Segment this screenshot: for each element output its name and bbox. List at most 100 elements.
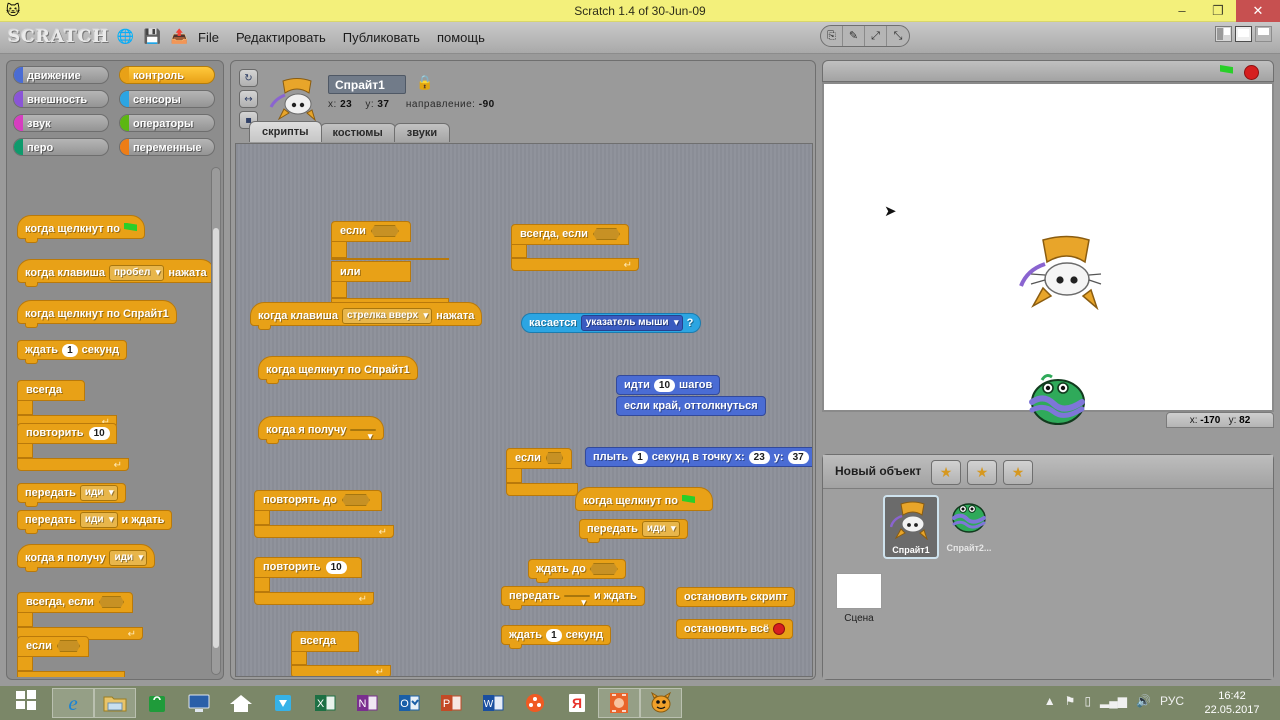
palette-block-broadcast-and-wait[interactable]: передать иди и ждать [17, 510, 173, 534]
boolean-slot[interactable] [56, 640, 80, 652]
rotate-icon[interactable]: ↻ [239, 69, 258, 87]
palette-block-when-key-pressed[interactable]: когда клавиша пробел нажата [17, 259, 215, 287]
save-icon[interactable]: 💾 [143, 28, 162, 47]
broadcast-dropdown[interactable] [563, 595, 590, 609]
palette-block-repeat[interactable]: повторить 10 ↵ [17, 421, 129, 471]
normal-stage-icon[interactable] [1235, 26, 1252, 42]
script-block-repeat[interactable]: повторить 10 ↵ [254, 555, 374, 605]
menu-help[interactable]: помощь [437, 28, 485, 47]
home-icon[interactable] [220, 688, 262, 718]
touching-target-dropdown[interactable]: указатель мыши [580, 315, 683, 331]
tab-scripts[interactable]: скрипты [249, 121, 322, 142]
script-block-wait-seconds[interactable]: ждать 1 секунд [501, 625, 612, 649]
repeat-count-input[interactable]: 10 [325, 560, 347, 574]
tab-costumes[interactable]: костюмы [319, 123, 396, 142]
category-motion[interactable]: движение [13, 66, 109, 84]
key-dropdown[interactable]: стрелка вверх [341, 307, 433, 324]
script-block-move-steps[interactable]: идти 10 шагов [616, 375, 721, 395]
script-block-repeat-until[interactable]: повторять до ↵ [254, 488, 394, 538]
steps-input[interactable]: 10 [653, 378, 676, 392]
yandex-icon[interactable]: Я [556, 688, 598, 718]
script-block-when-sprite-clicked[interactable]: когда щелкнут по Спрайт1 [258, 356, 418, 384]
category-sound[interactable]: звук [13, 114, 109, 132]
receive-dropdown[interactable] [350, 428, 377, 443]
palette-block-when-sprite-clicked[interactable]: когда щелкнут по Спрайт1 [17, 300, 177, 328]
palette-block-broadcast[interactable]: передать иди [17, 483, 126, 507]
script-block-touching[interactable]: касается указатель мыши ? [521, 313, 702, 333]
windows-store-icon[interactable] [136, 688, 178, 718]
paint-new-sprite-icon[interactable]: ★ [931, 460, 961, 485]
script-block-wait-until[interactable]: ждать до [528, 559, 626, 583]
script-block-forever[interactable]: всегда ↵ [291, 629, 391, 676]
powerpoint-icon[interactable]: P [430, 688, 472, 718]
script-block-broadcast-and-wait[interactable]: передать и ждать [501, 586, 645, 610]
boolean-slot[interactable] [98, 596, 124, 608]
stamp-icon[interactable]: ⎘ [821, 26, 843, 46]
photoeditor-icon[interactable] [598, 688, 640, 718]
glide-y-input[interactable]: 37 [787, 450, 809, 464]
windows-start-icon[interactable] [4, 689, 48, 717]
mediaplayer-icon[interactable] [514, 688, 556, 718]
script-block-if-on-edge-bounce[interactable]: если край, оттолкнуться [616, 396, 766, 416]
ivideon-icon[interactable] [262, 688, 304, 718]
key-dropdown[interactable]: пробел [108, 264, 165, 281]
palette-scrollbar[interactable] [211, 167, 221, 675]
boolean-slot[interactable] [370, 225, 399, 237]
script-block-stop-all[interactable]: остановить всё [676, 619, 794, 639]
category-looks[interactable]: внешность [13, 90, 109, 108]
palette-block-list[interactable]: когда щелкнут по когда клавиша пробел на… [11, 165, 221, 677]
category-control[interactable]: контроль [119, 66, 215, 84]
show-hidden-icons[interactable]: ▲ [1044, 694, 1056, 708]
repeat-count-input[interactable]: 10 [88, 426, 110, 440]
category-pen[interactable]: перо [13, 138, 109, 156]
signal-icon[interactable]: ▂▄▆ [1100, 694, 1127, 708]
script-block-when-receive[interactable]: когда я получу [258, 416, 385, 444]
file-explorer-icon[interactable] [94, 688, 136, 718]
palette-block-forever-if[interactable]: всегда, если ↵ [17, 590, 143, 640]
word-icon[interactable]: W [472, 688, 514, 718]
outlook-icon[interactable]: O [388, 688, 430, 718]
palette-block-when-receive[interactable]: когда я получу иди [17, 544, 156, 572]
choose-new-sprite-icon[interactable]: ★ [967, 460, 997, 485]
menu-edit[interactable]: Редактировать [236, 28, 326, 47]
script-block-stop-script[interactable]: остановить скрипт [676, 587, 796, 607]
globe-icon[interactable]: 🌐 [116, 28, 135, 47]
presentation-icon[interactable] [1255, 26, 1272, 42]
script-block-forever-if[interactable]: всегда, если ↵ [511, 222, 639, 271]
tab-sounds[interactable]: звуки [393, 123, 451, 142]
scratch-icon[interactable] [640, 688, 682, 718]
palette-block-when-flag-clicked[interactable]: когда щелкнут по [17, 215, 145, 243]
stage-canvas[interactable] [822, 82, 1274, 425]
minimize-button[interactable]: – [1164, 0, 1200, 22]
excel-icon[interactable]: X [304, 688, 346, 718]
small-stage-icon[interactable] [1215, 26, 1232, 42]
wand-icon[interactable]: ✎ [843, 26, 865, 46]
palette-block-if[interactable]: если [17, 634, 125, 677]
wait-seconds-input[interactable]: 1 [546, 628, 562, 642]
shrink-icon[interactable]: ⤡ [887, 26, 909, 46]
category-operators[interactable]: операторы [119, 114, 215, 132]
category-sensing[interactable]: сенсоры [119, 90, 215, 108]
lenovo-icon[interactable] [178, 688, 220, 718]
script-block-if-else[interactable]: если или [331, 219, 449, 311]
green-flag-icon[interactable] [1220, 65, 1233, 74]
broadcast-dropdown[interactable]: иди [641, 521, 680, 537]
internet-explorer-icon[interactable]: e [52, 688, 94, 718]
script-block-broadcast[interactable]: передать иди [579, 519, 688, 543]
lock-icon[interactable]: 🔒 [416, 75, 433, 91]
wait-seconds-input[interactable]: 1 [62, 343, 78, 357]
glide-x-input[interactable]: 23 [748, 450, 770, 464]
sprite-list-body[interactable]: Сцена Спрайт1 Спрайт2... [823, 489, 1273, 679]
sprite-item-sprite2[interactable]: Спрайт2... [941, 495, 997, 559]
battery-icon[interactable]: ▯ [1084, 694, 1091, 708]
stop-sign-icon[interactable] [1244, 65, 1259, 80]
network-flag-icon[interactable]: ⚑ [1065, 694, 1076, 708]
glide-seconds-input[interactable]: 1 [632, 450, 648, 464]
menu-share[interactable]: Публиковать [343, 28, 420, 47]
boolean-slot[interactable] [592, 228, 620, 240]
share-icon[interactable]: 📤 [170, 28, 189, 47]
receive-dropdown[interactable]: иди [109, 549, 148, 566]
onenote-icon[interactable]: N [346, 688, 388, 718]
volume-icon[interactable]: 🔊 [1136, 694, 1151, 708]
boolean-slot[interactable] [589, 563, 618, 575]
